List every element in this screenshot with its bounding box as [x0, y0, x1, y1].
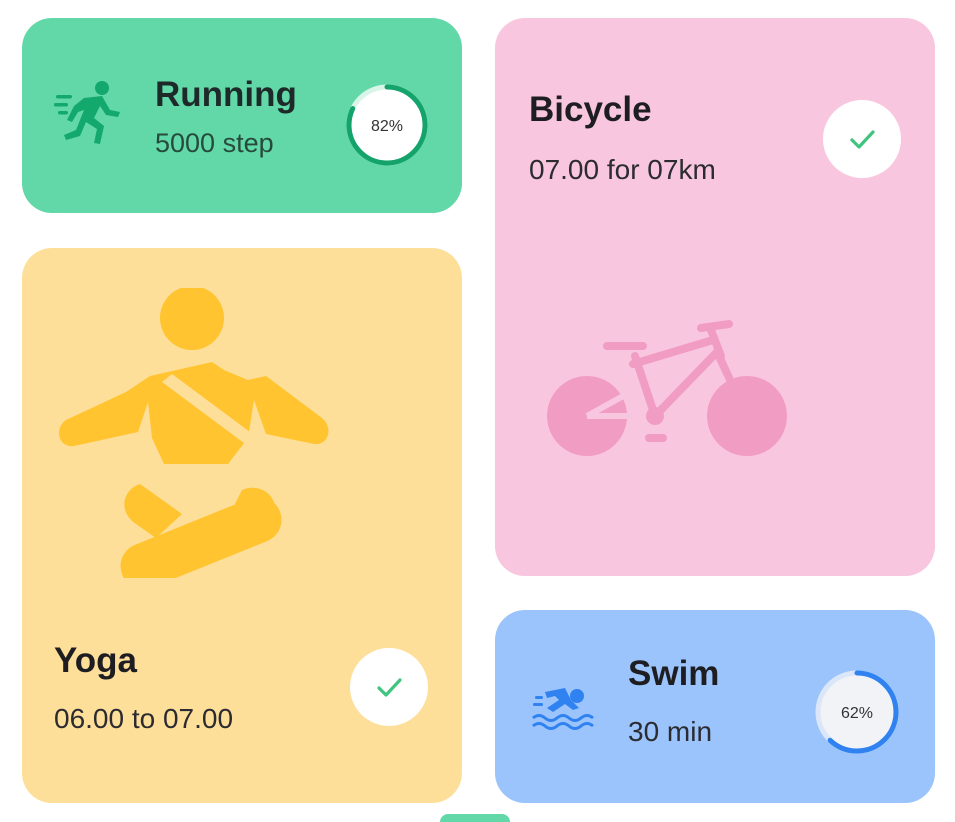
check-icon — [377, 678, 402, 697]
card-title: Running — [155, 75, 297, 114]
card-subtitle: 5000 step — [155, 128, 274, 158]
card-title: Bicycle — [529, 90, 652, 129]
bicycle-card[interactable]: Bicycle 07.00 for 07km — [495, 18, 935, 576]
card-subtitle: 30 min — [628, 716, 713, 747]
running-card[interactable]: Running 5000 step 82% — [22, 18, 462, 213]
card-title: Yoga — [54, 641, 137, 680]
running-icon — [54, 81, 120, 144]
bottom-tab-indicator — [440, 814, 510, 822]
card-title: Swim — [628, 654, 720, 693]
progress-label: 82% — [371, 118, 403, 135]
yoga-icon — [59, 288, 329, 578]
bicycle-icon — [547, 320, 787, 456]
yoga-card[interactable]: Yoga 06.00 to 07.00 — [22, 248, 462, 803]
progress-ring: 62% — [815, 670, 899, 754]
swim-card[interactable]: Swim 30 min 62% — [495, 610, 935, 803]
progress-ring: 82% — [346, 84, 428, 166]
completed-check-button[interactable] — [350, 648, 428, 726]
card-subtitle: 06.00 to 07.00 — [54, 703, 234, 734]
card-subtitle: 07.00 for 07km — [529, 154, 716, 185]
swimming-icon — [532, 688, 594, 730]
progress-label: 62% — [841, 705, 873, 722]
completed-check-button[interactable] — [823, 100, 901, 178]
check-icon — [850, 130, 875, 149]
